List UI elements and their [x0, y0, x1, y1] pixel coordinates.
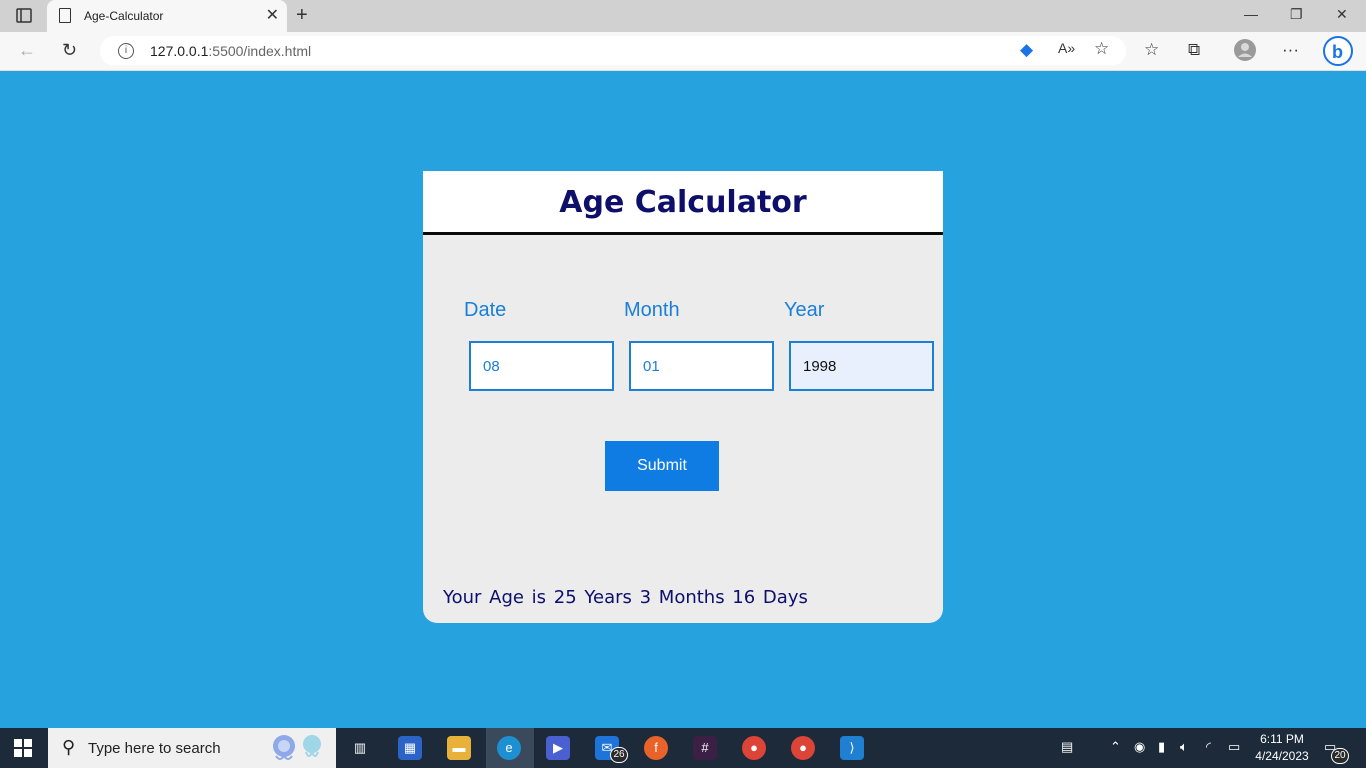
camera-icon[interactable]: ◉: [1134, 739, 1145, 755]
svg-text:b: b: [1332, 42, 1343, 62]
more-menu-icon[interactable]: ···: [1282, 40, 1299, 60]
age-calculator-card: Age Calculator Date Month Year Submit Yo…: [423, 171, 943, 623]
address-toolbar: ← ↻ i 127.0.0.1:5500/index.html ◆ A» ☆ ☆…: [0, 32, 1366, 71]
month-input[interactable]: [629, 341, 774, 391]
battery-icon[interactable]: ▭: [1228, 739, 1240, 755]
close-tab-icon[interactable]: ✕: [266, 5, 279, 25]
taskbar-search-box[interactable]: ⚲ Type here to search: [48, 728, 336, 768]
year-input[interactable]: [789, 341, 934, 391]
notification-badge: 20: [1331, 748, 1349, 764]
site-info-icon[interactable]: i: [118, 43, 134, 59]
read-aloud-icon[interactable]: A»: [1058, 40, 1075, 56]
system-clock[interactable]: 6:11 PM 4/24/2023: [1250, 731, 1314, 765]
card-header: Age Calculator: [423, 171, 943, 235]
file-explorer-icon[interactable]: ▬: [447, 736, 471, 760]
date-input[interactable]: [469, 341, 614, 391]
microsoft-store-icon[interactable]: ▦: [398, 736, 422, 760]
age-result: Your Age is 25 Years 3 Months 16 Days: [443, 587, 808, 608]
firefox-icon[interactable]: f: [644, 736, 668, 760]
year-label: Year: [784, 299, 825, 321]
search-placeholder: Type here to search: [88, 740, 221, 757]
close-window-icon[interactable]: ✕: [1336, 6, 1348, 23]
volume-icon[interactable]: 🔈︎: [1180, 739, 1188, 755]
chrome-icon[interactable]: ●: [742, 736, 766, 760]
address-bar[interactable]: i 127.0.0.1:5500/index.html ◆ A» ☆: [100, 36, 1126, 66]
news-widget-icon[interactable]: ▤: [1061, 739, 1073, 755]
favorites-icon[interactable]: ☆: [1144, 40, 1159, 60]
add-favorite-icon[interactable]: ☆: [1094, 39, 1109, 59]
edge-browser-icon[interactable]: e: [497, 736, 521, 760]
windows-start-icon[interactable]: [14, 739, 32, 757]
page-title: Age Calculator: [559, 185, 807, 220]
browser-tab[interactable]: Age-Calculator ✕: [47, 0, 287, 32]
tab-title: Age-Calculator: [84, 9, 164, 23]
task-view-icon[interactable]: ▥: [348, 736, 372, 760]
back-icon[interactable]: ←: [18, 40, 36, 61]
page-icon: [59, 8, 71, 23]
restore-icon[interactable]: ❐: [1290, 6, 1303, 23]
show-hidden-icons-icon[interactable]: ⌃: [1110, 739, 1121, 755]
chrome-profile-icon[interactable]: ●: [791, 736, 815, 760]
refresh-icon[interactable]: ↻: [62, 40, 77, 61]
collections-icon[interactable]: ⧉: [1188, 40, 1200, 60]
microphone-icon[interactable]: ▮: [1158, 739, 1165, 755]
taskbar: ⚲ Type here to search ▥ ▦ ▬ e ▶ ✉ 26 f #…: [0, 728, 1366, 768]
slack-icon[interactable]: #: [693, 736, 717, 760]
new-tab-icon[interactable]: +: [296, 4, 308, 27]
vscode-icon[interactable]: ⟩: [840, 736, 864, 760]
date-label: Date: [464, 299, 507, 321]
profile-avatar-icon[interactable]: [1234, 39, 1256, 66]
mail-badge: 26: [610, 747, 628, 763]
search-highlight-icon: [268, 732, 330, 768]
month-label: Month: [624, 299, 680, 321]
clock-date: 4/24/2023: [1255, 749, 1309, 763]
search-icon: ⚲: [62, 737, 76, 757]
url-text[interactable]: 127.0.0.1:5500/index.html: [150, 43, 311, 59]
clock-time: 6:11 PM: [1260, 732, 1304, 746]
shopping-tag-icon[interactable]: ◆: [1020, 40, 1033, 60]
media-app-icon[interactable]: ▶: [546, 736, 570, 760]
minimize-icon[interactable]: —: [1244, 6, 1258, 22]
network-icon[interactable]: ◜: [1206, 739, 1211, 755]
bing-chat-icon[interactable]: b: [1322, 35, 1354, 72]
tab-actions-icon[interactable]: [10, 6, 38, 26]
browser-tabbar: Age-Calculator ✕ + — ❐ ✕: [0, 0, 1366, 32]
submit-button[interactable]: Submit: [605, 441, 719, 491]
